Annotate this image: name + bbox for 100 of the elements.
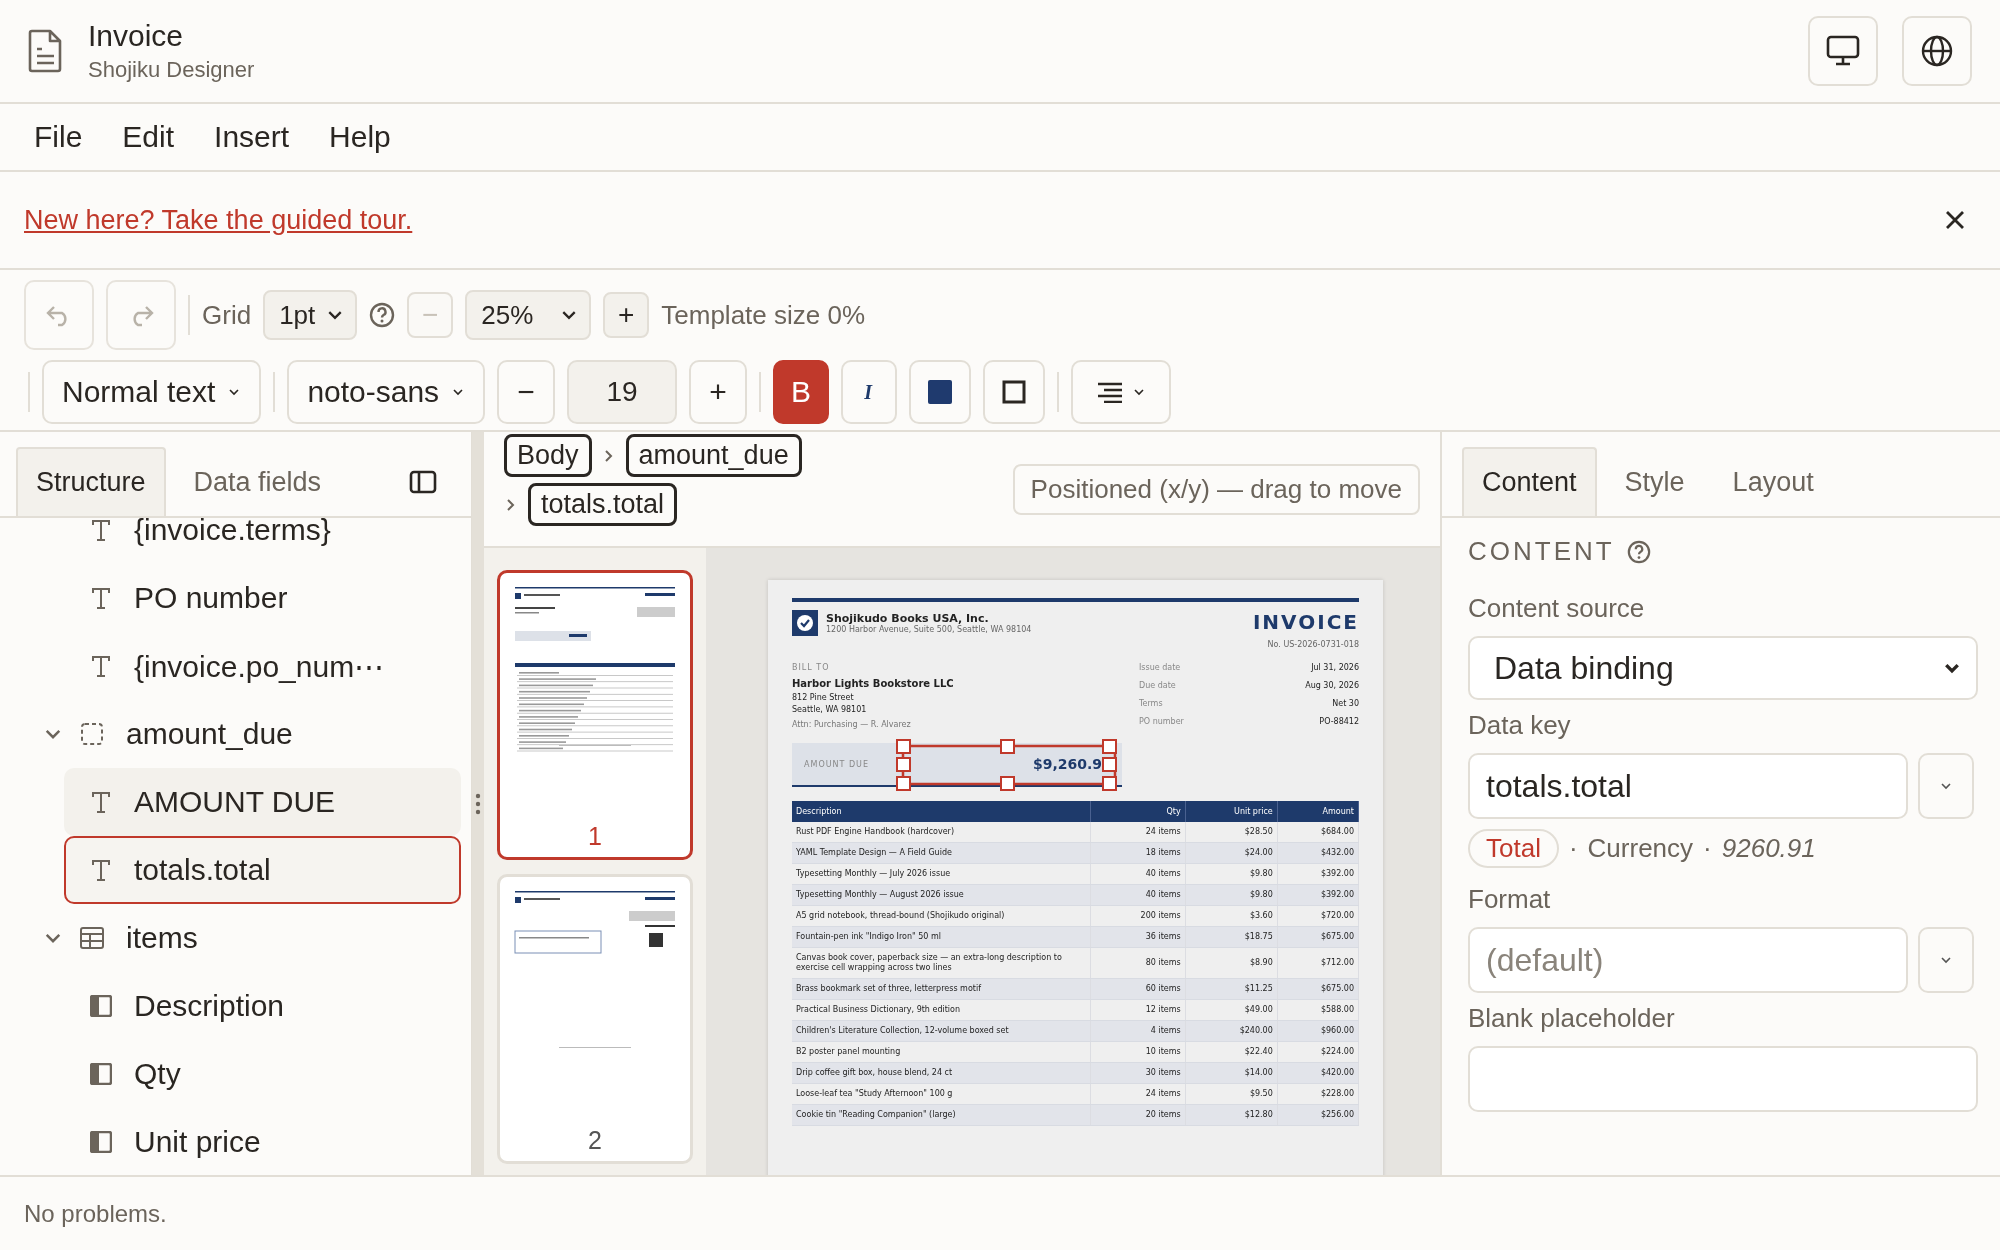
align-dropdown[interactable] [1071, 360, 1172, 424]
table-cell: $22.40 [1185, 1041, 1278, 1063]
font-dropdown[interactable]: noto-sans [287, 360, 486, 424]
align-right-icon [1096, 381, 1125, 403]
meta-label: Due date [1139, 681, 1177, 692]
text-color-button[interactable] [909, 360, 972, 424]
page-thumbnail[interactable]: 2 [497, 874, 693, 1164]
table-cell: $588.00 [1277, 999, 1359, 1021]
company-address: 1200 Harbor Avenue, Suite 500, Seattle, WA 98104 [826, 625, 1032, 634]
language-button[interactable] [1902, 16, 1972, 86]
table-cell: Rust PDF Engine Handbook (hardcover) [792, 822, 1091, 843]
company-name: Shojikudo Books USA, Inc. [826, 612, 990, 625]
tree-item[interactable]: totals.total [64, 836, 461, 904]
grid-select[interactable]: 1pt [263, 290, 358, 340]
tree-item[interactable]: items [14, 904, 461, 972]
tree-item[interactable]: Description [64, 972, 461, 1040]
breadcrumb-item[interactable]: totals.total [528, 483, 678, 526]
column-header: Unit price [1185, 801, 1278, 822]
tree-item[interactable]: {invoice.po_num⋯ [64, 632, 461, 700]
help-icon[interactable] [1626, 539, 1651, 564]
border-button[interactable] [983, 360, 1046, 424]
color-swatch-icon [928, 380, 953, 404]
blank-placeholder-field[interactable] [1468, 1046, 1978, 1112]
table-cell: Cookie tin "Reading Companion" (large) [792, 1104, 1091, 1126]
column-header: Qty [1090, 801, 1186, 822]
table-cell: $28.50 [1185, 822, 1278, 843]
table-icon [80, 927, 104, 949]
italic-button[interactable]: I [841, 360, 898, 424]
menu-item[interactable]: Help [329, 116, 391, 158]
customer-name: Harbor Lights Bookstore LLC [792, 678, 954, 689]
text-style-dropdown[interactable]: Normal text [42, 360, 262, 424]
table-cell: Brass bookmark set of three, letterpress motif [792, 978, 1091, 1000]
sidebar-toggle-icon[interactable] [409, 470, 437, 494]
invoice-heading: INVOICE [1252, 610, 1359, 634]
table-cell: Loose-leaf tea "Study Afternoon" 100 g [792, 1083, 1091, 1105]
panel-tab[interactable]: Structure [16, 447, 166, 516]
menu-item[interactable]: File [34, 116, 83, 158]
table-cell: $3.60 [1185, 905, 1278, 927]
tree-item[interactable]: AMOUNT DUE [64, 768, 461, 836]
data-key-field[interactable]: totals.total [1468, 753, 1908, 819]
inspector-tab[interactable]: Style [1604, 447, 1705, 516]
table-cell: $8.90 [1185, 947, 1278, 979]
amount-due-label: AMOUNT DUE [804, 759, 869, 769]
table-cell: $712.00 [1277, 947, 1359, 979]
preview-button[interactable] [1808, 16, 1878, 86]
attention-line: Attn: Purchasing — R. Alvarez [792, 720, 912, 729]
breadcrumb-item[interactable]: amount_due [625, 434, 802, 477]
table-cell: $720.00 [1277, 905, 1359, 927]
grid-label: Grid [202, 299, 252, 331]
window-subtitle: Shojiku Designer [88, 57, 256, 83]
tree-item[interactable]: Unit price [64, 1108, 461, 1175]
table-cell: 80 items [1090, 947, 1186, 979]
menu-item[interactable]: Insert [214, 116, 290, 158]
meta-label: Issue date [1139, 663, 1182, 674]
meta-label: PO number [1139, 717, 1185, 728]
increase-size-button[interactable]: + [689, 360, 748, 424]
table-cell: Canvas book cover, paperback size — an extra-long description to exercise cell wrapping across two lines [792, 947, 1091, 979]
square-icon [1002, 380, 1027, 404]
column-header: Amount [1277, 801, 1359, 822]
font-size-field[interactable]: 19 [567, 360, 678, 424]
table-cell: 40 items [1090, 863, 1186, 885]
field-label: Format [1468, 884, 1552, 915]
table-cell: $9.80 [1185, 863, 1278, 885]
decrease-size-button[interactable]: − [497, 360, 556, 424]
zoom-select[interactable]: 25% [465, 290, 592, 340]
format-field[interactable]: (default) [1468, 927, 1908, 993]
meta-value: Jul 31, 2026 [1310, 663, 1359, 674]
amount-due-value: $9,260.9 [1032, 756, 1102, 772]
section-heading: CONTENT [1468, 536, 1615, 567]
table-cell: A5 grid notebook, thread-bound (Shojikudo original) [792, 905, 1091, 927]
bold-button[interactable]: B [773, 360, 830, 424]
inspector-tab[interactable]: Layout [1712, 447, 1834, 516]
column-icon [90, 1131, 112, 1153]
help-icon[interactable] [369, 302, 396, 328]
window-title: Invoice [88, 19, 185, 53]
tree-item[interactable]: PO number [64, 564, 461, 632]
document-icon [28, 29, 64, 73]
sample-value: 9260.91 [1721, 833, 1816, 864]
inspector-tab[interactable]: Content [1462, 447, 1597, 516]
table-cell: 200 items [1090, 905, 1186, 927]
template-size-label: Template size 0% [661, 299, 866, 331]
text-type-icon [90, 858, 112, 882]
text-type-icon [90, 586, 112, 610]
table-cell: Typesetting Monthly — July 2026 issue [792, 863, 1091, 885]
field-tag: Total [1468, 829, 1559, 868]
tree-item[interactable]: amount_due [14, 700, 461, 768]
monitor-icon [1826, 35, 1860, 67]
page-thumbnail[interactable]: 1 [497, 570, 693, 860]
table-cell: $684.00 [1277, 822, 1359, 843]
guided-tour-link[interactable]: New here? Take the guided tour. [24, 204, 413, 236]
bill-to-label: BILL TO [792, 663, 831, 672]
status-message: No problems. [24, 1199, 167, 1228]
resize-handle-icon[interactable] [475, 792, 481, 815]
breadcrumb-item[interactable]: Body [504, 434, 592, 477]
content-source-select[interactable]: Data binding [1468, 636, 1978, 700]
zoom-in-button[interactable]: + [603, 292, 650, 338]
table-cell: 12 items [1090, 999, 1186, 1021]
menu-item[interactable]: Edit [122, 116, 175, 158]
text-type-icon [90, 518, 112, 542]
tree-item[interactable]: Qty [64, 1040, 461, 1108]
